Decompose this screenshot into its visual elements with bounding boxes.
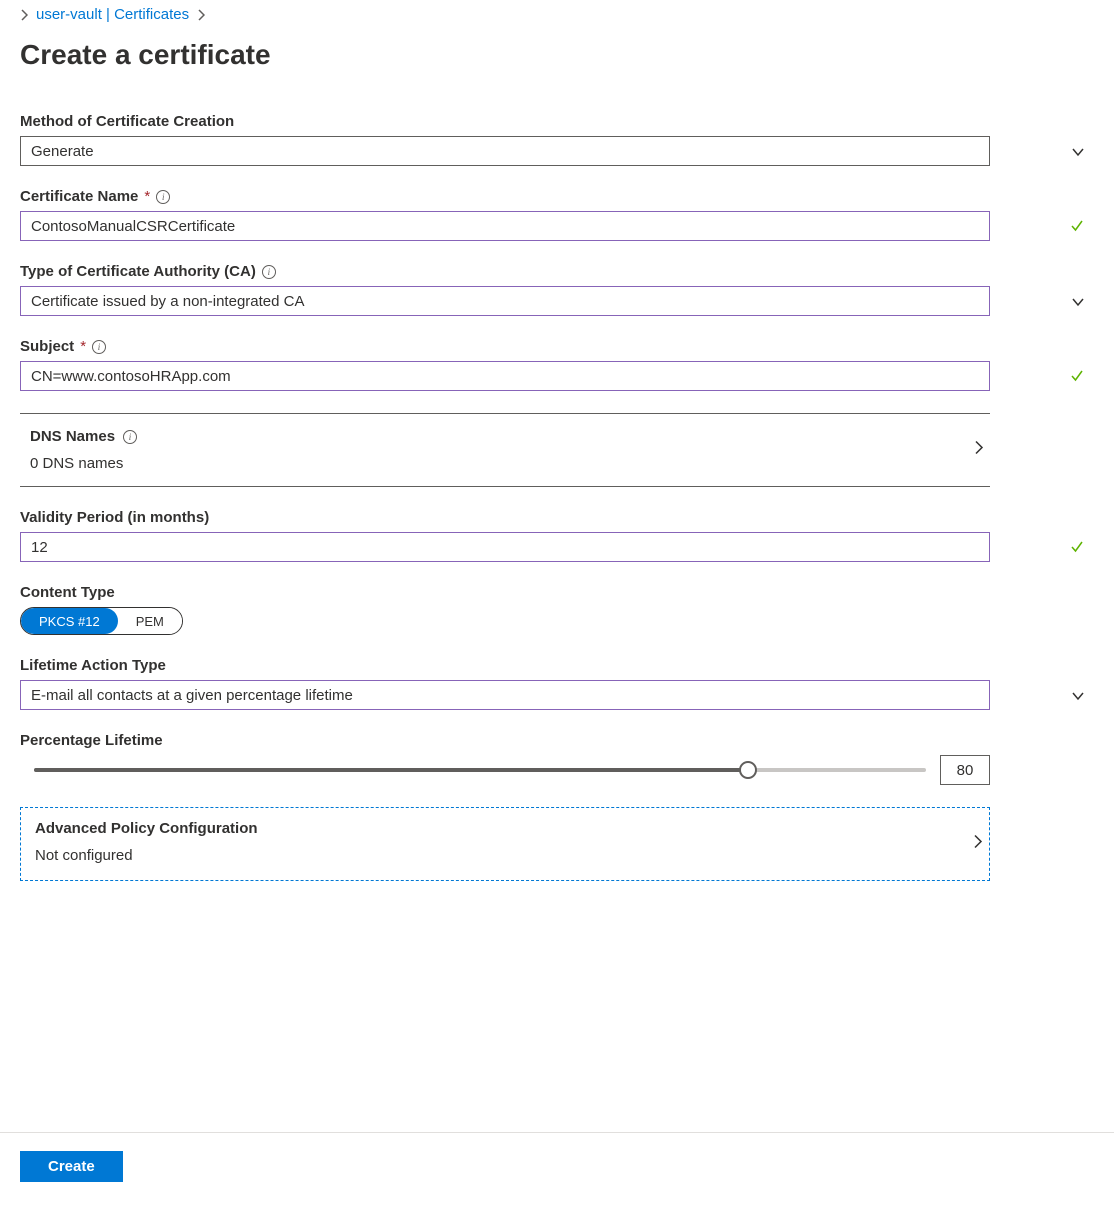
chevron-right-icon bbox=[974, 440, 984, 461]
content-type-label: Content Type bbox=[20, 584, 1094, 601]
slider-thumb[interactable] bbox=[739, 761, 757, 779]
advanced-label: Advanced Policy Configuration bbox=[35, 820, 975, 837]
method-value: Generate bbox=[31, 143, 94, 160]
percentage-input[interactable]: 80 bbox=[940, 755, 990, 785]
method-select[interactable]: Generate bbox=[20, 136, 990, 166]
chevron-down-icon bbox=[1072, 689, 1084, 701]
validity-value: 12 bbox=[31, 539, 48, 556]
info-icon[interactable]: i bbox=[156, 190, 170, 204]
validity-input[interactable]: 12 bbox=[20, 532, 990, 562]
chevron-down-icon bbox=[1072, 145, 1084, 157]
chevron-right-icon bbox=[20, 9, 28, 21]
content-type-pem[interactable]: PEM bbox=[118, 608, 182, 634]
percentage-label: Percentage Lifetime bbox=[20, 732, 1094, 749]
dns-label: DNS Names bbox=[30, 428, 115, 445]
content-type-toggle: PKCS #12 PEM bbox=[20, 607, 183, 635]
required-indicator: * bbox=[80, 338, 86, 355]
footer: Create bbox=[0, 1132, 1114, 1222]
name-value: ContosoManualCSRCertificate bbox=[31, 218, 235, 235]
page-title: Create a certificate bbox=[20, 39, 1094, 71]
chevron-right-icon bbox=[973, 834, 983, 855]
checkmark-icon bbox=[1070, 540, 1084, 554]
chevron-down-icon bbox=[1072, 295, 1084, 307]
dns-value: 0 DNS names bbox=[30, 455, 990, 472]
content-type-pkcs12[interactable]: PKCS #12 bbox=[21, 608, 118, 634]
lifetime-action-value: E-mail all contacts at a given percentag… bbox=[31, 687, 353, 704]
required-indicator: * bbox=[144, 188, 150, 205]
checkmark-icon bbox=[1070, 219, 1084, 233]
subject-value: CN=www.contosoHRApp.com bbox=[31, 368, 231, 385]
name-input[interactable]: ContosoManualCSRCertificate bbox=[20, 211, 990, 241]
name-label: Certificate Name * i bbox=[20, 188, 1094, 205]
breadcrumb: user-vault | Certificates bbox=[20, 6, 1094, 23]
info-icon[interactable]: i bbox=[123, 430, 137, 444]
checkmark-icon bbox=[1070, 369, 1084, 383]
validity-label: Validity Period (in months) bbox=[20, 509, 1094, 526]
advanced-policy-row[interactable]: Advanced Policy Configuration Not config… bbox=[20, 807, 990, 881]
lifetime-action-select[interactable]: E-mail all contacts at a given percentag… bbox=[20, 680, 990, 710]
ca-type-value: Certificate issued by a non-integrated C… bbox=[31, 293, 304, 310]
info-icon[interactable]: i bbox=[262, 265, 276, 279]
ca-type-label: Type of Certificate Authority (CA) i bbox=[20, 263, 1094, 280]
method-label: Method of Certificate Creation bbox=[20, 113, 1094, 130]
create-button[interactable]: Create bbox=[20, 1151, 123, 1182]
subject-label: Subject * i bbox=[20, 338, 1094, 355]
dns-names-row[interactable]: DNS Names i 0 DNS names bbox=[20, 413, 990, 487]
advanced-value: Not configured bbox=[35, 847, 975, 864]
ca-type-select[interactable]: Certificate issued by a non-integrated C… bbox=[20, 286, 990, 316]
breadcrumb-link[interactable]: user-vault | Certificates bbox=[36, 6, 189, 23]
info-icon[interactable]: i bbox=[92, 340, 106, 354]
percentage-slider[interactable] bbox=[34, 758, 926, 782]
subject-input[interactable]: CN=www.contosoHRApp.com bbox=[20, 361, 990, 391]
lifetime-action-label: Lifetime Action Type bbox=[20, 657, 1094, 674]
chevron-right-icon bbox=[197, 9, 205, 21]
